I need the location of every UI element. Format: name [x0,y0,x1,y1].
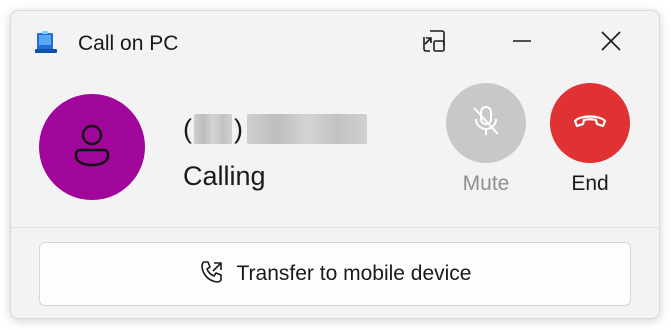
phone-link-icon [34,31,58,55]
caller-number: ( ) [183,112,367,146]
end-label: End [571,172,609,195]
mute-button-circle[interactable] [446,83,526,163]
mute-label: Mute [462,172,510,195]
hang-up-icon [572,111,608,136]
caller-avatar [39,94,145,200]
person-icon [72,123,112,172]
end-call-button[interactable]: End [548,83,632,197]
call-status: Calling [183,161,266,191]
minimize-button[interactable] [502,25,542,61]
divider [11,227,659,228]
microphone-off-icon [471,105,501,142]
phone-transfer-icon [199,259,225,290]
area-code-close-paren: ) [234,113,243,144]
redacted-phone-number [247,114,367,144]
transfer-to-mobile-button[interactable]: Transfer to mobile device [39,242,631,306]
mute-button[interactable]: Mute [444,83,528,197]
redacted-area-code [194,114,232,144]
transfer-label: Transfer to mobile device [236,262,472,285]
close-button[interactable] [591,25,631,61]
end-call-button-circle[interactable] [550,83,630,163]
minimize-icon [511,30,533,57]
call-window: Call on PC () Calling Mute End Transfer… [10,10,660,319]
close-icon [600,30,622,57]
window-title: Call on PC [78,32,179,55]
compact-overlay-button[interactable] [414,25,454,61]
area-code-open-paren: ( [183,113,192,144]
title-bar: Call on PC [11,11,659,71]
compact-overlay-icon [421,28,447,59]
